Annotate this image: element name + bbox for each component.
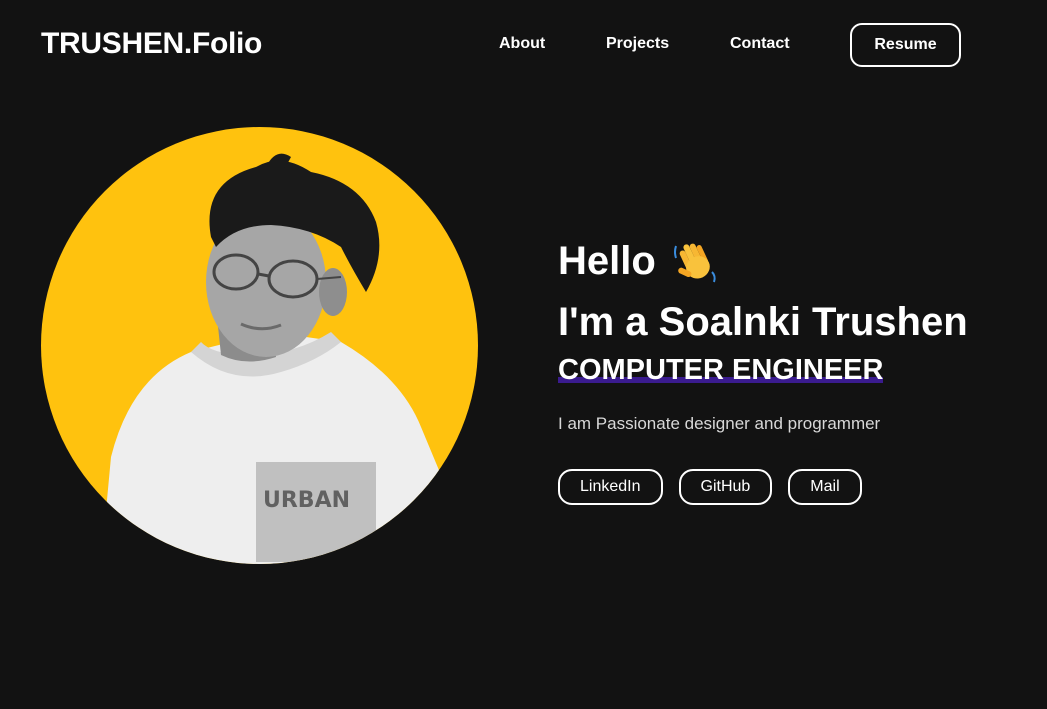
nav-projects-link[interactable]: Projects [606, 35, 669, 53]
greeting-heading: Hello [558, 236, 720, 286]
intro-heading: I'm a Soalnki Trushen [558, 300, 968, 344]
portfolio-page: TRUSHEN.Folio About Projects Contact Res… [0, 0, 1047, 709]
greeting-text: Hello [558, 238, 656, 283]
resume-button[interactable]: Resume [850, 23, 961, 67]
github-button[interactable]: GitHub [678, 469, 773, 505]
profile-photo: URBAN [41, 127, 478, 564]
site-logo[interactable]: TRUSHEN.Folio [41, 27, 262, 61]
linkedin-button[interactable]: LinkedIn [558, 469, 663, 505]
profile-photo-illustration: URBAN [101, 153, 451, 564]
mail-button[interactable]: Mail [788, 469, 862, 505]
nav-contact-link[interactable]: Contact [730, 35, 790, 53]
waving-hand-icon [670, 236, 720, 286]
svg-text:URBAN: URBAN [263, 488, 350, 513]
role-subheading: COMPUTER ENGINEER [558, 354, 884, 387]
tagline-text: I am Passionate designer and programmer [558, 414, 881, 433]
nav-about-link[interactable]: About [499, 35, 545, 53]
social-links: LinkedIn GitHub Mail [558, 469, 862, 505]
